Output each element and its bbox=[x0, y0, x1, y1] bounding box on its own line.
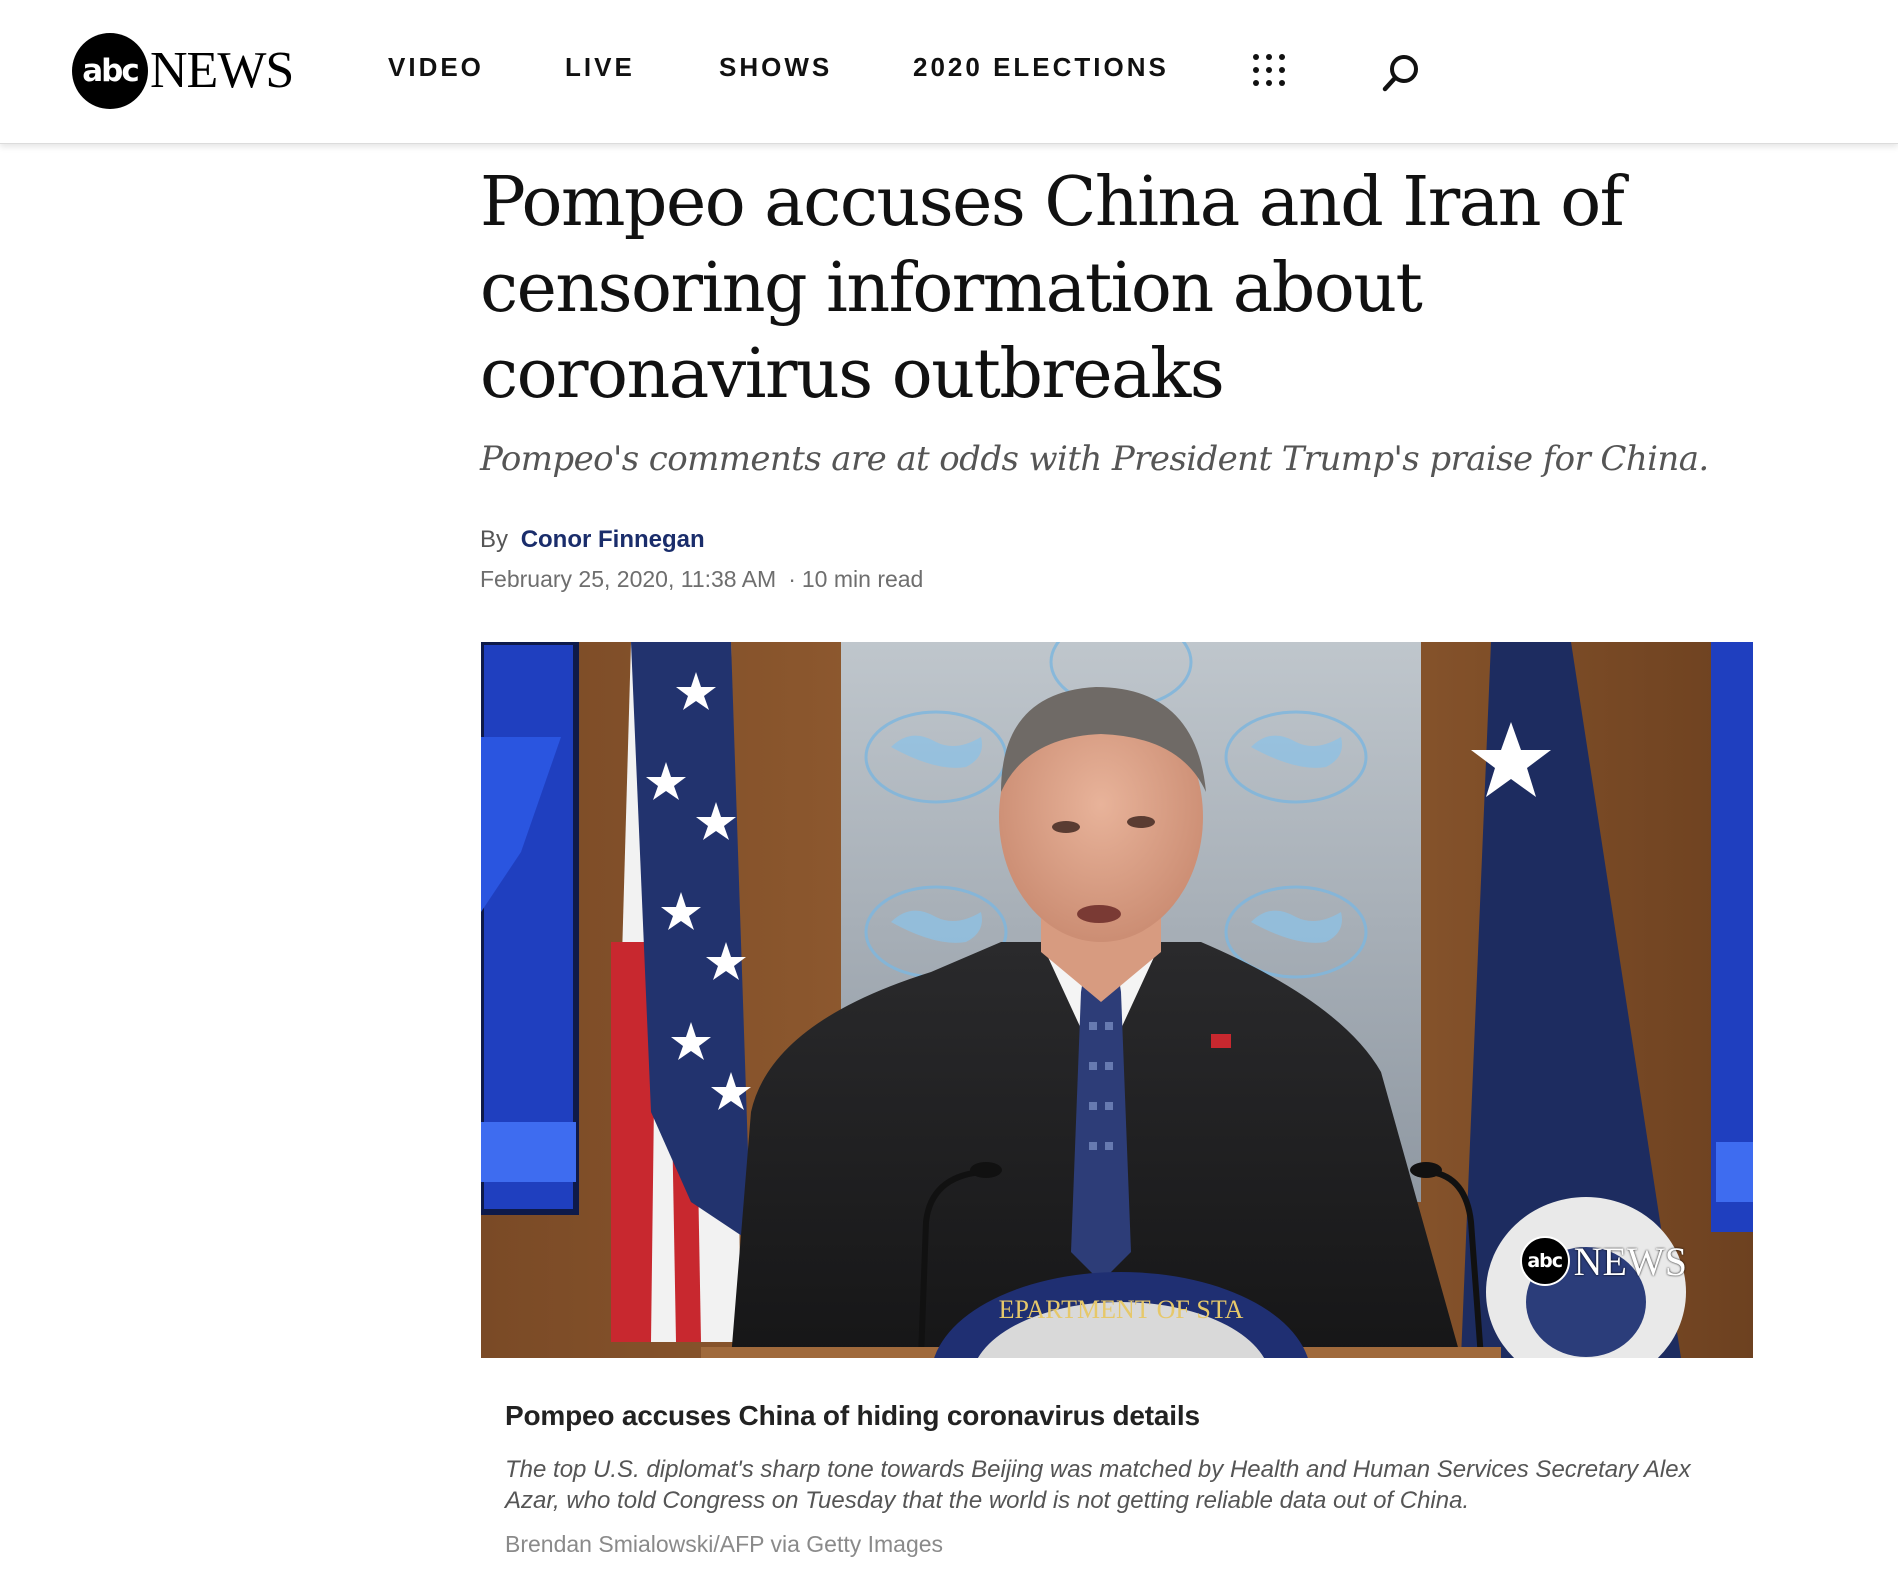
abc-logo-mark: abc bbox=[72, 33, 148, 109]
nav-video[interactable]: VIDEO bbox=[388, 52, 484, 83]
site-header: abc NEWS VIDEO LIVE SHOWS 2020 ELECTIONS bbox=[0, 0, 1898, 144]
article-subhead: Pompeo's comments are at odds with Presi… bbox=[480, 439, 1709, 479]
nav-2020-elections[interactable]: 2020 ELECTIONS bbox=[913, 52, 1169, 83]
article-headline: Pompeo accuses China and Iran of censori… bbox=[480, 163, 1625, 414]
watermark-word: NEWS bbox=[1573, 1238, 1687, 1284]
media-credit: Brendan Smialowski/AFP via Getty Images bbox=[505, 1531, 944, 1557]
read-time: 10 min read bbox=[801, 566, 924, 592]
author-link[interactable]: Conor Finnegan bbox=[521, 526, 705, 553]
media-caption-title[interactable]: Pompeo accuses China of hiding coronavir… bbox=[505, 1400, 1200, 1432]
news-wordmark: NEWS bbox=[150, 42, 294, 99]
publish-date: February 25, 2020, 11:38 AM bbox=[480, 566, 777, 592]
byline-prefix: By bbox=[480, 526, 509, 553]
byline: By Conor Finnegan bbox=[480, 526, 705, 554]
nav-live[interactable]: LIVE bbox=[565, 52, 635, 83]
meta-separator: · bbox=[788, 566, 796, 592]
article-video-thumbnail[interactable]: EPARTMENT OF STA abc NEWS bbox=[481, 642, 1753, 1358]
article-meta: February 25, 2020, 11:38 AM · 10 min read bbox=[480, 566, 923, 593]
watermark-mark: abc bbox=[1519, 1236, 1570, 1286]
search-icon[interactable] bbox=[1380, 52, 1422, 94]
grid-dots-icon[interactable] bbox=[1252, 53, 1286, 87]
nav-shows[interactable]: SHOWS bbox=[719, 52, 832, 83]
seal-text: EPARTMENT OF STA bbox=[999, 1295, 1244, 1324]
abc-news-watermark: abc NEWS bbox=[1519, 1236, 1687, 1286]
abc-news-logo[interactable]: abc NEWS bbox=[72, 33, 294, 109]
media-caption-text: The top U.S. diplomat's sharp tone towar… bbox=[505, 1456, 1691, 1514]
